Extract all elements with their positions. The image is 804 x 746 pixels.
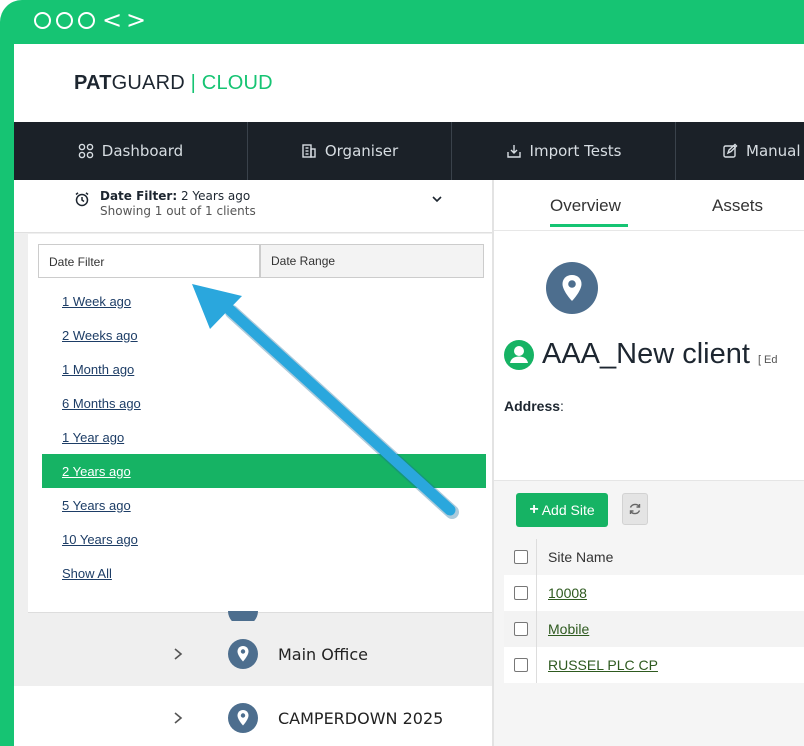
location-pin-icon	[228, 703, 258, 733]
date-filter-option[interactable]: 2 Weeks ago	[42, 318, 486, 352]
nav-item-label: Import Tests	[529, 142, 622, 160]
window-titlebar: < >	[0, 0, 804, 44]
nav-item-manual[interactable]: Manual	[676, 122, 804, 180]
column-divider	[536, 611, 537, 647]
location-pin-icon	[228, 639, 258, 669]
clients-count-text: Showing 1 out of 1 clients	[100, 204, 256, 218]
column-divider	[536, 539, 537, 575]
site-link[interactable]: RUSSEL PLC CP	[548, 657, 658, 673]
building-icon	[302, 144, 316, 158]
date-filter-summary: Date Filter: 2 Years ago	[100, 189, 250, 203]
address-row: Address:	[504, 398, 564, 414]
window-control-circle-icon[interactable]	[78, 12, 95, 29]
tab-divider	[494, 230, 804, 231]
column-header-site-name[interactable]: Site Name	[548, 549, 613, 565]
client-name: AAA_New client	[542, 338, 750, 370]
date-filter-option[interactable]: 1 Year ago	[42, 420, 486, 454]
table-row: RUSSEL PLC CP	[504, 647, 804, 683]
location-pin-icon	[546, 262, 598, 314]
brand-text: GUARD	[111, 72, 185, 94]
edit-icon	[723, 143, 738, 158]
tree-item[interactable]: Main Office	[14, 622, 492, 686]
address-colon: :	[560, 398, 564, 414]
row-checkbox[interactable]	[514, 586, 528, 600]
select-all-checkbox[interactable]	[514, 550, 528, 564]
active-tab-indicator	[550, 224, 628, 227]
date-filter-option[interactable]: Show All	[42, 556, 486, 590]
app-frame: < > PATGUARD | CLOUD Dashboard Organiser…	[0, 0, 804, 746]
nav-item-label: Dashboard	[101, 142, 184, 160]
tree-item[interactable]: CAMPERDOWN 2025	[14, 686, 492, 746]
tab-divider	[38, 277, 484, 278]
row-checkbox[interactable]	[514, 658, 528, 672]
date-filter-dropdown: Date Filter Date Range 1 Week ago 2 Weeks…	[28, 234, 493, 613]
row-checkbox[interactable]	[514, 622, 528, 636]
grid-icon	[78, 143, 94, 159]
refresh-button[interactable]	[622, 493, 648, 525]
add-site-button[interactable]: + Add Site	[516, 493, 608, 527]
table-row: 10008	[504, 575, 804, 611]
tree-item-label: CAMPERDOWN 2025	[278, 708, 444, 728]
date-filter-option[interactable]: 5 Years ago	[42, 488, 486, 522]
client-title: AAA_New client [ Ed	[504, 338, 778, 371]
date-filter-bar[interactable]: Date Filter: 2 Years ago Showing 1 out o…	[14, 180, 492, 233]
date-filter-option[interactable]: 1 Month ago	[42, 352, 486, 386]
address-label: Address	[504, 398, 561, 414]
tab-date-filter[interactable]: Date Filter	[38, 244, 260, 278]
column-divider	[536, 575, 537, 611]
window-control-circle-icon[interactable]	[56, 12, 73, 29]
nav-item-label: Organiser	[324, 142, 399, 160]
date-filter-option[interactable]: 10 Years ago	[42, 522, 486, 556]
date-filter-label: Date Filter:	[100, 189, 178, 203]
plus-icon: +	[529, 501, 539, 518]
site-link[interactable]: Mobile	[548, 621, 589, 637]
date-filter-option[interactable]: 6 Months ago	[42, 386, 486, 420]
tree-item-label: Main Office	[278, 644, 368, 664]
sites-section: + Add Site Site Name 10008 Mobile RUSSEL…	[494, 480, 804, 746]
nav-item-label: Manual	[746, 142, 801, 160]
date-filter-value: 2 Years ago	[180, 189, 251, 203]
nav-item-organiser[interactable]: Organiser	[248, 122, 452, 180]
nav-item-dashboard[interactable]: Dashboard	[14, 122, 248, 180]
table-row: Mobile	[504, 611, 804, 647]
tab-date-range[interactable]: Date Range	[260, 244, 484, 278]
tab-overview[interactable]: Overview	[550, 196, 621, 216]
app-window: PATGUARD | CLOUD Dashboard Organiser Imp…	[14, 44, 804, 746]
back-chevron-icon[interactable]: <	[102, 6, 122, 34]
date-filter-option[interactable]: 1 Week ago	[42, 284, 486, 318]
brand-text: CLOUD	[201, 72, 273, 94]
window-control-circle-icon[interactable]	[34, 12, 51, 29]
location-pin-icon-partial	[228, 611, 258, 621]
client-tree-panel: Date Filter: 2 Years ago Showing 1 out o…	[14, 180, 493, 746]
site-link[interactable]: 10008	[548, 585, 587, 601]
nav-item-import-tests[interactable]: Import Tests	[452, 122, 676, 180]
date-filter-option[interactable]: 2 Years ago	[42, 454, 486, 488]
client-detail-panel: Overview Assets AAA_New client [ Ed Addr…	[494, 180, 804, 746]
refresh-icon	[629, 503, 641, 515]
brand-logo: PATGUARD | CLOUD	[74, 72, 273, 95]
chevron-right-icon[interactable]	[172, 647, 184, 661]
forward-chevron-icon[interactable]: >	[126, 6, 146, 34]
brand-text: PAT	[74, 72, 112, 94]
edit-link[interactable]: [ Ed	[758, 354, 778, 366]
brand-separator: |	[184, 72, 202, 94]
tab-assets[interactable]: Assets	[712, 196, 763, 216]
main-nav: Dashboard Organiser Import Tests Manual	[14, 122, 804, 180]
user-icon	[504, 339, 534, 370]
alarm-clock-icon	[75, 192, 89, 207]
table-header: Site Name	[504, 539, 804, 575]
column-divider	[536, 647, 537, 683]
import-icon	[506, 145, 521, 158]
chevron-right-icon[interactable]	[172, 711, 184, 725]
add-site-label: Add Site	[541, 502, 595, 518]
chevron-down-icon[interactable]	[430, 192, 444, 206]
